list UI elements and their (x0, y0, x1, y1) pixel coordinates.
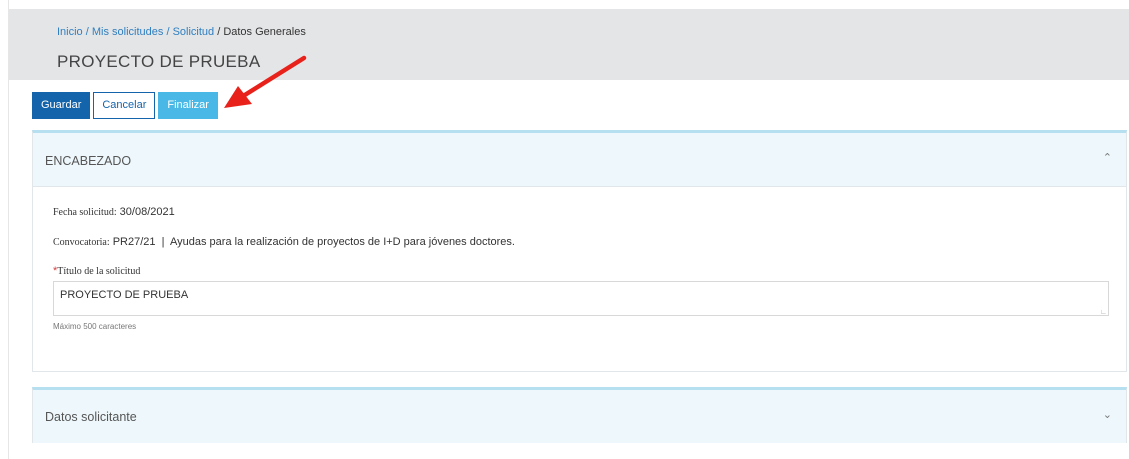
datos-solicitante-panel-header[interactable]: Datos solicitante ⌄ (33, 390, 1126, 443)
fecha-solicitud-label: Fecha solicitud: (53, 207, 117, 218)
breadcrumb-solicitud[interactable]: Solicitud (173, 26, 215, 38)
cancelar-button[interactable]: Cancelar (93, 92, 156, 119)
titulo-solicitud-textarea[interactable]: PROYECTO DE PRUEBA (53, 281, 1109, 316)
guardar-button[interactable]: Guardar (32, 92, 91, 119)
breadcrumb-current: Datos Generales (223, 26, 306, 38)
chevron-down-icon[interactable]: ⌄ (1103, 408, 1112, 421)
action-toolbar: Guardar Cancelar Finalizar (32, 92, 218, 119)
convocatoria-row: Convocatoria: PR27/21 | Ayudas para la r… (53, 236, 515, 248)
breadcrumb-mis-solicitudes[interactable]: Mis solicitudes (92, 26, 164, 38)
convocatoria-label: Convocatoria: (53, 237, 110, 248)
encabezado-panel-title: ENCABEZADO (45, 154, 132, 168)
convocatoria-value: PR27/21 | Ayudas para la realización de … (112, 236, 515, 248)
fecha-solicitud-row: Fecha solicitud: 30/08/2021 (53, 206, 175, 218)
titulo-max-hint: Máximo 500 caracteres (53, 322, 137, 331)
breadcrumb-separator: / (163, 26, 173, 38)
left-sidebar-strip (0, 0, 9, 459)
breadcrumb-separator: / (214, 26, 224, 38)
fecha-solicitud-value: 30/08/2021 (119, 206, 175, 218)
titulo-label-row: *Título de la solicitud (53, 265, 140, 277)
encabezado-panel: ENCABEZADO ⌃ Fecha solicitud: 30/08/2021… (32, 130, 1127, 372)
titulo-solicitud-label: Título de la solicitud (57, 266, 141, 277)
red-arrow-icon (224, 55, 307, 108)
breadcrumb: Inicio / Mis solicitudes / Solicitud / D… (57, 26, 306, 38)
page-header: Inicio / Mis solicitudes / Solicitud / D… (9, 9, 1129, 80)
resize-grip-icon[interactable]: ∟ (1100, 309, 1107, 316)
breadcrumb-separator: / (82, 26, 92, 38)
finalizar-button[interactable]: Finalizar (158, 92, 218, 119)
encabezado-panel-header[interactable]: ENCABEZADO ⌃ (33, 133, 1126, 187)
datos-solicitante-panel-title: Datos solicitante (45, 410, 137, 424)
chevron-up-icon[interactable]: ⌃ (1103, 151, 1112, 164)
breadcrumb-inicio[interactable]: Inicio (57, 26, 83, 38)
datos-solicitante-panel: Datos solicitante ⌄ (32, 387, 1127, 443)
